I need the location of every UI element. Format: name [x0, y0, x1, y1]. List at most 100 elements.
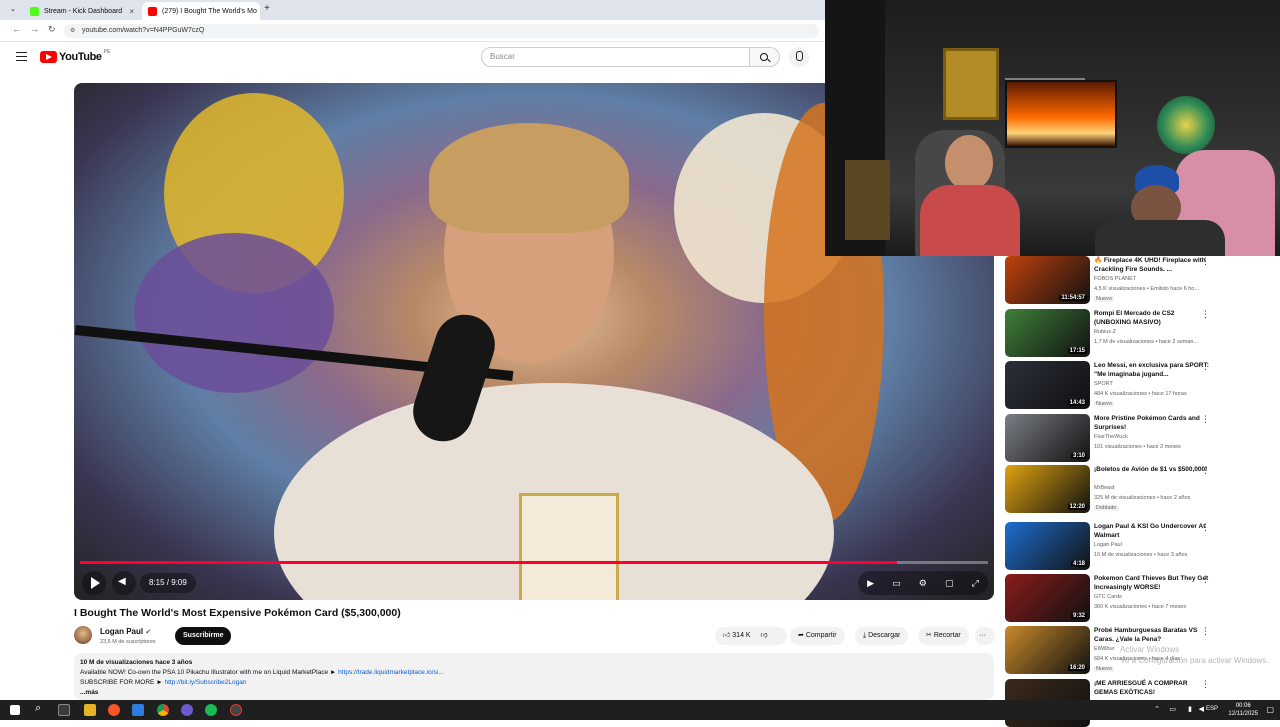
discord-icon[interactable]	[181, 704, 193, 716]
recommendation-card[interactable]: 9:32 Pokemon Card Thieves But They Get In…	[1005, 574, 1220, 622]
subtitles-icon[interactable]: ▭	[892, 578, 901, 589]
language-indicator[interactable]: ESP	[1206, 706, 1218, 712]
chrome-icon[interactable]	[157, 704, 169, 716]
recommendation-channel[interactable]: Logan Paul	[1094, 542, 1122, 548]
more-options-icon[interactable]: ⋮	[1201, 465, 1210, 476]
streamer-webcam	[825, 0, 1280, 256]
youtube-header: YouTube PE Buscar	[0, 42, 825, 74]
recommendation-title[interactable]: ¡Boletos de Avión de $1 vs $500,000!	[1094, 465, 1209, 474]
play-button[interactable]	[82, 571, 106, 595]
watermark-line-1: Activar Windows	[1120, 645, 1180, 654]
recommendation-title[interactable]: Pokemon Card Thieves But They Get Increa…	[1094, 574, 1209, 592]
download-button[interactable]: ⤓ Descargar	[855, 627, 909, 645]
tab-list-chevron-icon[interactable]: ⌄	[10, 5, 16, 13]
system-clock[interactable]: 00:06 12/11/2025	[1228, 702, 1258, 718]
menu-icon[interactable]	[16, 52, 27, 61]
video-thumbnail[interactable]: 14:43	[1005, 361, 1090, 409]
recommendation-channel[interactable]: MrBeast	[1094, 485, 1114, 491]
tab-kick-dashboard[interactable]: Stream - Kick Dashboard ×	[24, 2, 140, 20]
spotify-icon[interactable]	[205, 704, 217, 716]
channel-avatar[interactable]	[74, 626, 92, 644]
volume-icon[interactable]	[112, 571, 136, 595]
recommendation-title[interactable]: 🔥 Fireplace 4K UHD! Fireplace with Crack…	[1094, 256, 1209, 274]
recommendation-card[interactable]: 17:15 Rompi El Mercado de CS2 (UNBOXING M…	[1005, 309, 1220, 357]
theater-mode-icon[interactable]: ▢	[945, 578, 954, 589]
recommendation-channel[interactable]: FOBOS PLANET	[1094, 276, 1136, 282]
tab-youtube-video[interactable]: (279) I Bought The World's Mo ×	[142, 2, 260, 20]
back-arrow-icon[interactable]: ←	[12, 24, 21, 34]
subscribe-button[interactable]: Suscribirme	[175, 627, 232, 645]
description-link[interactable]: http://bit.ly/Subscribe2Logan	[164, 679, 246, 686]
recommendation-card[interactable]: 12:20 ¡Boletos de Avión de $1 vs $500,000…	[1005, 465, 1220, 513]
more-options-icon[interactable]: ⋮	[1201, 361, 1210, 372]
description-box[interactable]: 10 M de visualizaciones hace 3 años Avai…	[74, 653, 994, 700]
settings-icon[interactable]: ⚙	[919, 578, 927, 589]
more-options-icon[interactable]: ⋮	[1201, 522, 1210, 533]
like-button[interactable]: 👍︎ 314 K	[723, 632, 751, 639]
tray-chevron-icon[interactable]: ⌃	[1154, 705, 1160, 713]
network-icon[interactable]: ▭	[1169, 705, 1176, 713]
recommendation-title[interactable]: Rompi El Mercado de CS2 (UNBOXING MASIVO…	[1094, 309, 1209, 327]
brave-icon[interactable]	[108, 704, 120, 716]
search-icon[interactable]: ⌕	[35, 702, 41, 715]
channel-name-text: Logan Paul	[100, 627, 144, 636]
more-actions-button[interactable]: ···	[975, 627, 995, 645]
recommendation-channel[interactable]: FlueTheWuck	[1094, 434, 1128, 440]
recommendation-title[interactable]: ¡ME ARRIESGUÉ A COMPRAR GEMAS EXÓTICAS!	[1094, 679, 1209, 697]
obs-icon[interactable]	[230, 704, 242, 716]
reload-icon[interactable]: ↻	[48, 24, 56, 35]
forward-arrow-icon[interactable]: →	[30, 24, 39, 34]
more-options-icon[interactable]: ⋮	[1201, 309, 1210, 320]
recommendation-card[interactable]: 3:10 More Pristine Pokémon Cards and Surp…	[1005, 414, 1220, 462]
url-field[interactable]: ⚙ youtube.com/watch?v=N4PPGuW7czQ	[64, 24, 819, 38]
more-options-icon[interactable]: ⋮	[1201, 256, 1210, 267]
recommendation-channel[interactable]: Rubius Z	[1094, 329, 1116, 335]
more-options-icon[interactable]: ⋮	[1201, 414, 1210, 425]
tab-title: Stream - Kick Dashboard	[44, 7, 123, 15]
more-options-icon[interactable]: ⋮	[1201, 679, 1210, 690]
clip-button[interactable]: ✂ Recortar	[918, 627, 969, 645]
video-thumbnail[interactable]: 4:18	[1005, 522, 1090, 570]
voice-search-icon[interactable]	[789, 47, 809, 67]
recommendation-channel[interactable]: SPORT	[1094, 381, 1113, 387]
recommendation-card[interactable]: 4:18 Logan Paul & KSI Go Undercover At Wa…	[1005, 522, 1220, 570]
site-info-icon[interactable]: ⚙	[70, 24, 75, 38]
video-thumbnail[interactable]: 9:32	[1005, 574, 1090, 622]
share-button[interactable]: ➦ Compartir	[790, 627, 845, 645]
video-thumbnail[interactable]: 12:20	[1005, 465, 1090, 513]
recommendation-title[interactable]: Probé Hamburguesas Baratas VS Caras. ¿Va…	[1094, 626, 1209, 644]
more-options-icon[interactable]: ⋮	[1201, 574, 1210, 585]
thumbs-down-icon[interactable]: 👎︎	[761, 632, 768, 639]
recommendation-card[interactable]: 11:54:57 🔥 Fireplace 4K UHD! Fireplace wi…	[1005, 256, 1220, 304]
description-link[interactable]: https://trade.liquidmarketplace.io/si...	[338, 669, 444, 676]
show-more-link[interactable]: ...más	[80, 688, 988, 698]
recommendation-title[interactable]: Logan Paul & KSI Go Undercover At Walmar…	[1094, 522, 1209, 540]
video-thumbnail[interactable]: 17:15	[1005, 309, 1090, 357]
fullscreen-icon[interactable]: ⤢	[972, 578, 979, 589]
video-thumbnail[interactable]: 16:20	[1005, 626, 1090, 674]
recommendation-card[interactable]: 14:43 Leo Messi, en exclusiva para SPORT:…	[1005, 361, 1220, 409]
channel-name[interactable]: Logan Paul ✔	[100, 627, 151, 636]
store-icon[interactable]	[132, 704, 144, 716]
video-thumbnail[interactable]: 11:54:57	[1005, 256, 1090, 304]
tab-close-icon[interactable]: ×	[129, 7, 134, 16]
volume-tray-icon[interactable]: ◀	[1199, 705, 1204, 713]
recommendation-title[interactable]: More Pristine Pokémon Cards and Surprise…	[1094, 414, 1209, 432]
search-input[interactable]: Buscar	[481, 47, 750, 67]
video-thumbnail[interactable]: 3:10	[1005, 414, 1090, 462]
youtube-logo[interactable]: YouTube PE	[40, 49, 111, 63]
progress-bar[interactable]	[80, 561, 988, 564]
task-view-icon[interactable]	[58, 704, 70, 716]
notifications-icon[interactable]: ▢	[1266, 705, 1274, 714]
autoplay-toggle[interactable]: ▶	[867, 578, 874, 589]
more-options-icon[interactable]: ⋮	[1201, 626, 1210, 637]
search-button[interactable]	[750, 47, 780, 67]
recommendation-channel[interactable]: GTC Cards	[1094, 594, 1122, 600]
windows-start-icon[interactable]	[10, 705, 20, 715]
new-tab-button[interactable]: +	[264, 3, 270, 14]
file-explorer-icon[interactable]	[84, 704, 96, 716]
recommendation-title[interactable]: Leo Messi, en exclusiva para SPORT: "Me …	[1094, 361, 1209, 379]
battery-icon[interactable]: ▮	[1188, 705, 1192, 713]
logo-region: PE	[103, 49, 111, 55]
recommendation-channel[interactable]: ElWilbur	[1094, 646, 1114, 652]
